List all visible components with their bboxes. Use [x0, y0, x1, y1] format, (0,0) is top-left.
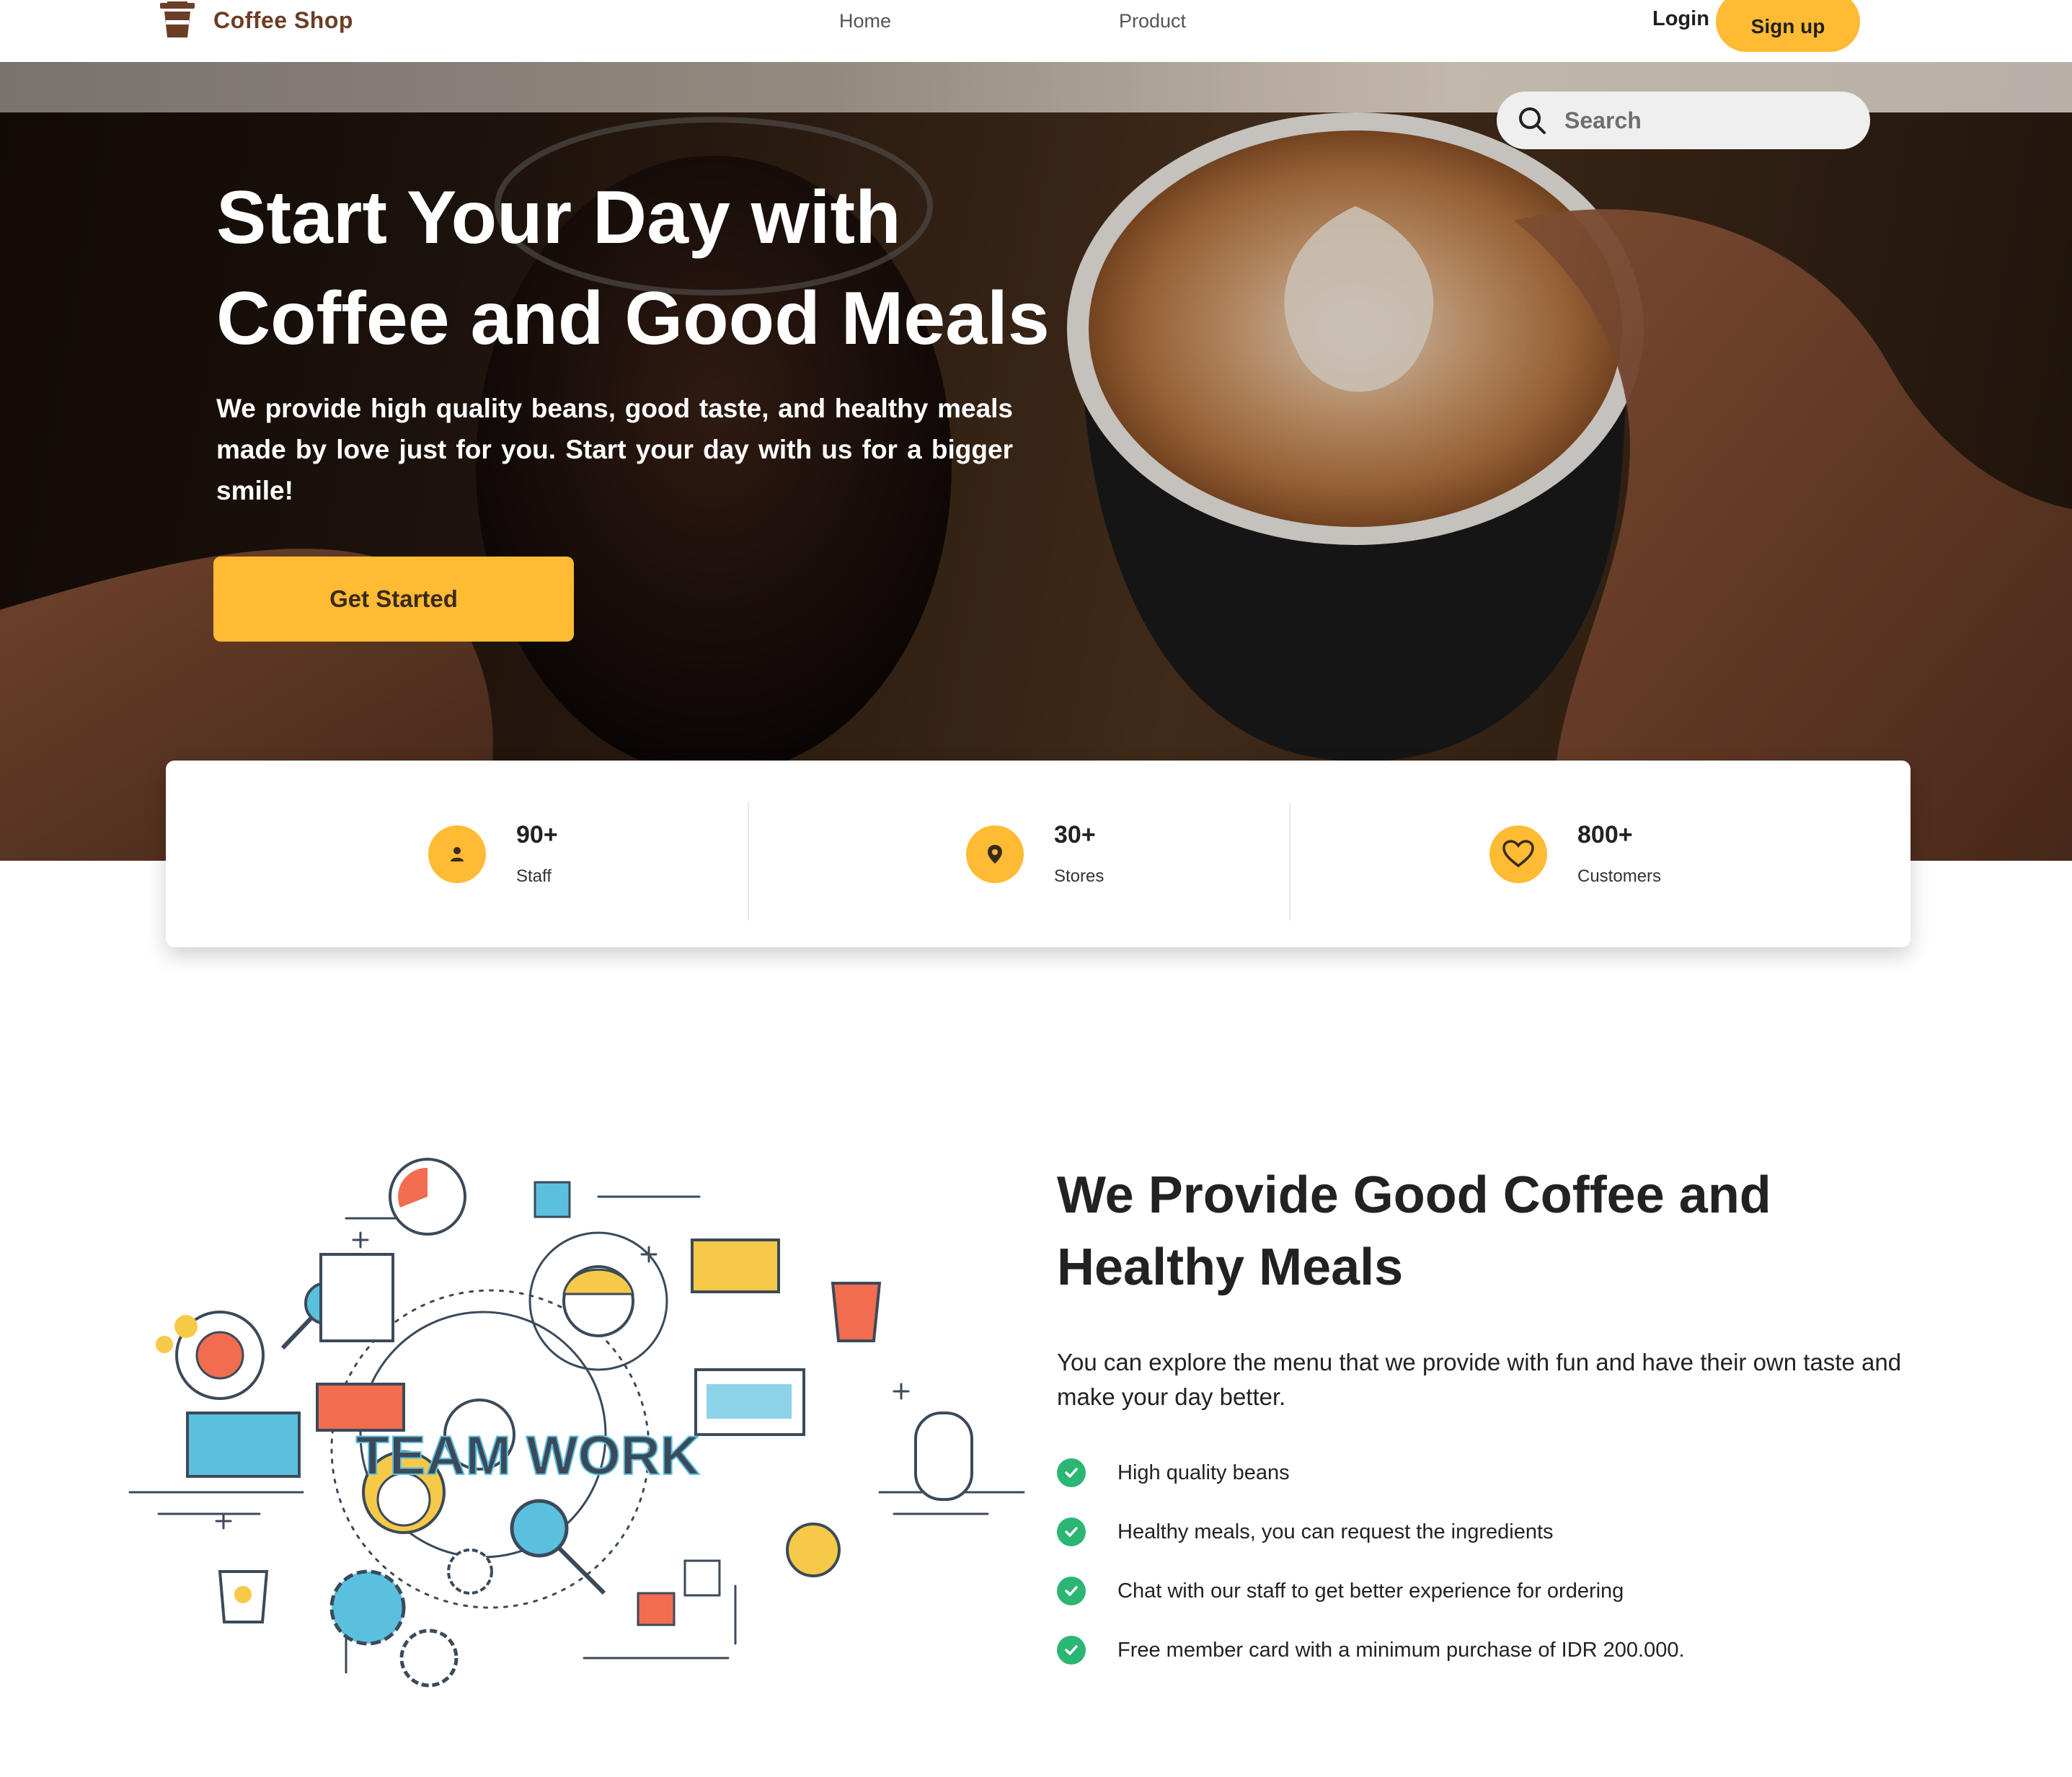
feature-description: You can explore the menu that we provide… [1057, 1349, 1902, 1410]
stat-customers: 800+ Customers [1489, 761, 1661, 947]
get-started-button[interactable]: Get Started [213, 557, 574, 642]
search-icon [1519, 107, 1546, 134]
feature-title: We Provide Good Coffee and Healthy Meals [1057, 1159, 1922, 1303]
feature-item: High quality beans [1057, 1443, 1685, 1502]
stat-value: 30+ [1054, 821, 1096, 848]
feature-item: Healthy meals, you can request the ingre… [1057, 1502, 1685, 1561]
feature-item-text: Healthy meals, you can request the ingre… [1117, 1520, 1554, 1543]
person-icon [428, 825, 486, 883]
check-icon [1057, 1636, 1086, 1665]
hero-title-line-2: Coffee and Good Meals [216, 277, 1050, 360]
check-icon [1057, 1517, 1086, 1546]
stat-label: Staff [516, 867, 552, 886]
stats-card: 90+ Staff 30+ Stores 800+ Customers [166, 761, 1911, 947]
hero-title-line-1: Start Your Day with [216, 176, 901, 260]
stat-label: Customers [1577, 867, 1662, 886]
heart-icon [1489, 825, 1547, 883]
stat-staff: 90+ Staff [428, 761, 558, 947]
nav-link-home[interactable]: Home [839, 10, 891, 32]
brand-logo[interactable]: Coffee Shop [159, 0, 353, 40]
feature-item-text: Free member card with a minimum purchase… [1117, 1638, 1685, 1662]
search-bar[interactable] [1497, 92, 1870, 149]
feature-title-line-2: Healthy Meals [1057, 1238, 1404, 1296]
hero-subtitle: We provide high quality beans, good tast… [216, 394, 1013, 505]
stat-label: Stores [1054, 867, 1104, 886]
feature-list: High quality beans Healthy meals, you ca… [1057, 1443, 1685, 1680]
signup-button[interactable]: Sign up [1716, 0, 1860, 52]
stat-stores: 30+ Stores [966, 761, 1104, 947]
brand-name: Coffee Shop [213, 6, 353, 33]
team-work-illustration: TEAM WORK [128, 1158, 1025, 1688]
feature-title-line-1: We Provide Good Coffee and [1057, 1166, 1771, 1224]
check-icon [1057, 1577, 1086, 1605]
hero-title: Start Your Day with Coffee and Good Meal… [216, 167, 1154, 369]
feature-item: Chat with our staff to get better experi… [1057, 1561, 1685, 1621]
feature-item-text: Chat with our staff to get better experi… [1117, 1579, 1624, 1603]
feature-item: Free member card with a minimum purchase… [1057, 1621, 1685, 1680]
feature-item-text: High quality beans [1117, 1461, 1290, 1484]
coffee-cup-icon [160, 1, 195, 37]
stats-divider [748, 802, 749, 921]
stat-value: 800+ [1577, 821, 1633, 848]
nav-link-product[interactable]: Product [1119, 10, 1186, 32]
stat-value: 90+ [516, 821, 558, 848]
login-link[interactable]: Login [1652, 7, 1709, 31]
illustration-team-work-text: TEAM WORK [355, 1425, 699, 1486]
map-pin-icon [966, 825, 1024, 883]
check-icon [1057, 1458, 1086, 1487]
search-input[interactable] [1563, 106, 1840, 135]
stats-divider [1289, 802, 1290, 921]
navbar: Coffee Shop Home Product Login Sign up [0, 0, 2072, 62]
